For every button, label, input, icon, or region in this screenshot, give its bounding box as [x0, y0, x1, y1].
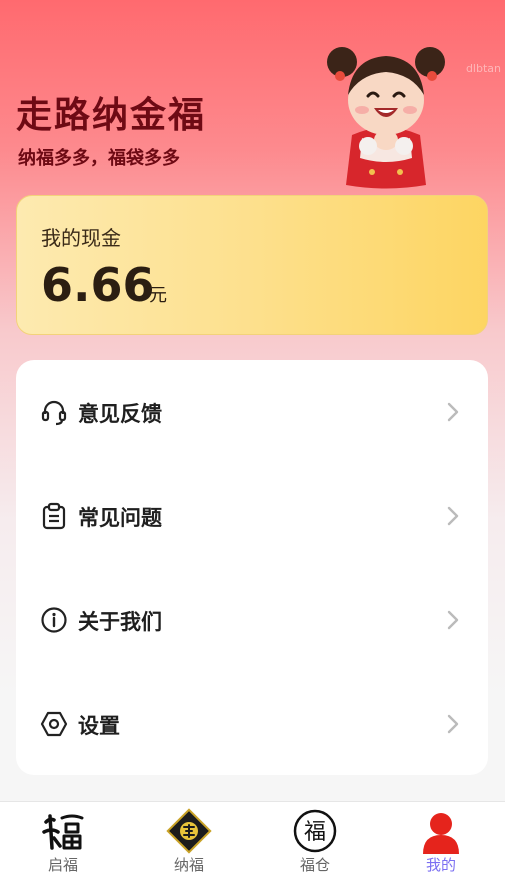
tab-label: 启福 [47, 856, 78, 874]
menu-item-label: 关于我们 [78, 610, 162, 634]
tab-nafu[interactable]: 纳福 [126, 802, 252, 878]
tab-label: 纳福 [173, 856, 204, 874]
clipboard-icon [42, 502, 66, 530]
bottom-tab-bar: 启福 纳福 福 福仓 我的 [0, 801, 505, 878]
page-title: 走路纳金福 [16, 95, 207, 136]
fu-character: 福 [304, 820, 326, 845]
tab-label: 福仓 [299, 856, 330, 874]
chevron-right-icon [447, 506, 459, 526]
menu-item-label: 意见反馈 [78, 402, 162, 426]
menu-item-faq[interactable]: 常见问题 [16, 464, 488, 568]
menu-item-label: 设置 [78, 714, 120, 738]
headset-icon [41, 400, 67, 426]
settings-hex-icon [40, 711, 68, 737]
chevron-right-icon [447, 402, 459, 422]
settings-menu: 意见反馈 常见问题 关于我们 设置 [16, 360, 488, 775]
mascot-girl-illustration [327, 47, 445, 189]
cash-amount: 6.66 [41, 258, 155, 312]
watermark-text: dlbtan [465, 62, 501, 75]
chevron-right-icon [447, 714, 459, 734]
menu-item-about[interactable]: 关于我们 [16, 568, 488, 672]
fu-circle-icon: 福 [293, 809, 337, 853]
fu-calligraphy-icon [42, 814, 84, 850]
menu-item-feedback[interactable]: 意见反馈 [16, 360, 488, 464]
page-subtitle: 纳福多多，福袋多多 [18, 148, 180, 169]
tab-fucang[interactable]: 福 福仓 [252, 802, 378, 878]
tab-qifu[interactable]: 启福 [0, 802, 126, 878]
cash-unit: 元 [149, 285, 167, 306]
cash-card[interactable]: 我的现金 6.66 元 [16, 195, 488, 335]
user-icon [423, 813, 459, 854]
info-icon [41, 607, 67, 633]
tab-label: 我的 [425, 856, 456, 874]
tab-mine[interactable]: 我的 [378, 802, 504, 878]
menu-item-label: 常见问题 [78, 506, 162, 530]
chevron-right-icon [447, 610, 459, 630]
fu-diamond-icon [166, 808, 212, 854]
cash-label: 我的现金 [41, 226, 121, 250]
menu-item-settings[interactable]: 设置 [16, 672, 488, 776]
